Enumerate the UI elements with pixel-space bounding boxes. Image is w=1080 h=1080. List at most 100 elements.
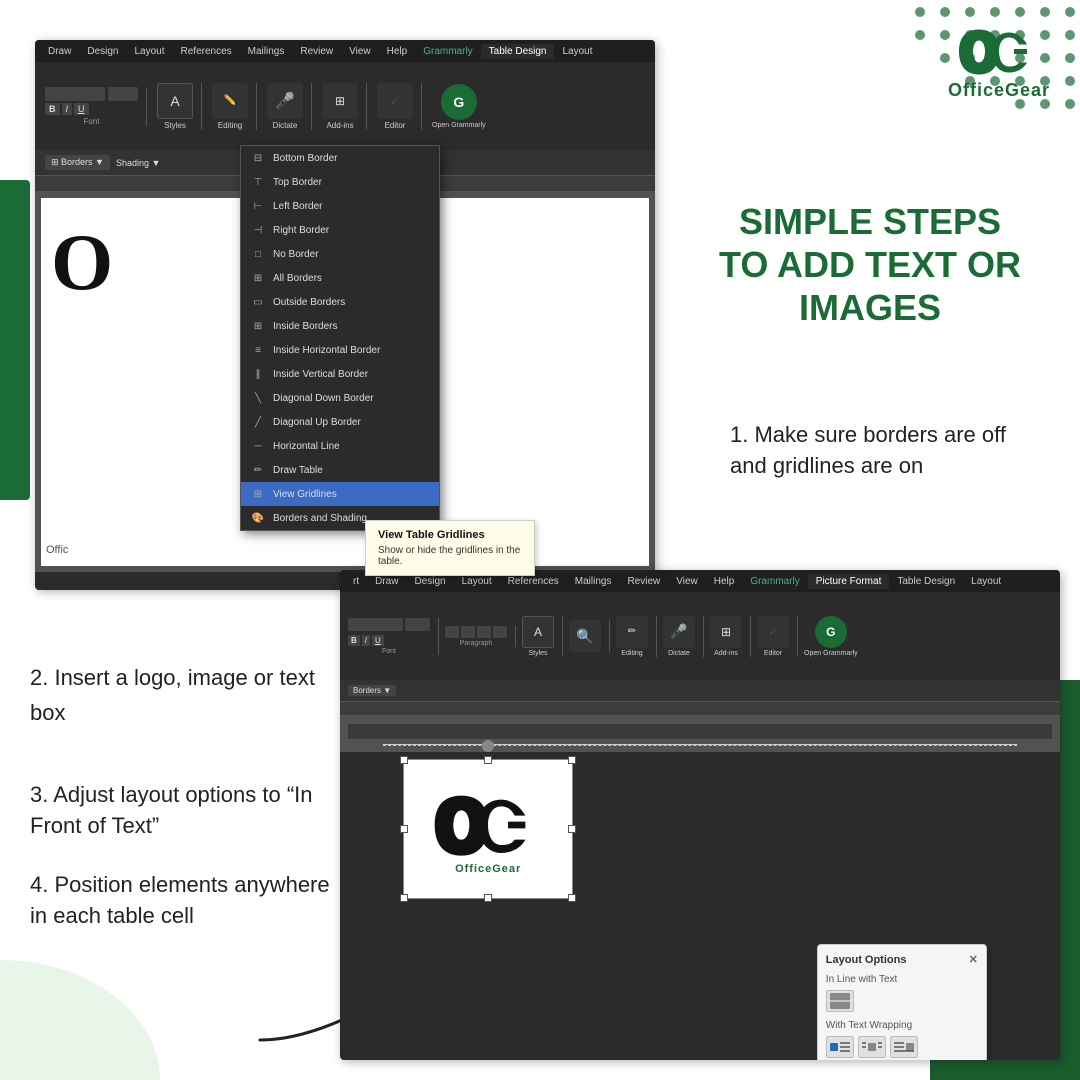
menu-left-border[interactable]: ⊢ Left Border	[241, 194, 439, 218]
bottom-font-name[interactable]	[348, 618, 403, 631]
bottom-font-size[interactable]	[405, 618, 430, 631]
underline-button[interactable]: U	[74, 103, 89, 115]
wrap-option-2[interactable]	[858, 1036, 886, 1058]
bottom-font-controls	[348, 618, 430, 631]
btab-mailings[interactable]: Mailings	[567, 574, 620, 589]
bottom-italic[interactable]: I	[362, 635, 370, 646]
editing-icon[interactable]: ✏️	[212, 83, 248, 119]
btab-layout2[interactable]: Layout	[963, 574, 1009, 589]
font-name-box[interactable]	[45, 87, 105, 101]
bottom-border-icon: ⊟	[251, 151, 265, 165]
handle-bc[interactable]	[484, 894, 492, 902]
step-1-text: 1. Make sure borders are off and gridlin…	[730, 420, 1030, 482]
btab-grammarly[interactable]: Grammarly	[742, 574, 807, 589]
inside-horizontal-icon: ≡	[251, 343, 265, 357]
handle-tc[interactable]	[484, 756, 492, 764]
inside-borders-icon: ⊞	[251, 319, 265, 333]
tab-mailings[interactable]: Mailings	[240, 44, 293, 59]
tab-layout[interactable]: Layout	[126, 44, 172, 59]
handle-tr[interactable]	[568, 756, 576, 764]
wrap-option-3[interactable]	[890, 1036, 918, 1058]
borders-dropdown-menu: ⊟ Bottom Border ⊤ Top Border ⊢ Left Bord…	[240, 145, 440, 531]
dictate-label: Dictate	[273, 121, 298, 130]
borders-shading-icon: 🎨	[251, 511, 265, 525]
layout-options-header: Layout Options ✕	[826, 953, 978, 966]
italic-button[interactable]: I	[62, 103, 73, 115]
menu-bottom-border[interactable]: ⊟ Bottom Border	[241, 146, 439, 170]
rotate-handle[interactable]	[482, 740, 494, 752]
bottom-addins-icon[interactable]: ⊞	[710, 616, 742, 648]
btab-view[interactable]: View	[668, 574, 706, 589]
left-accent-bar	[0, 180, 30, 500]
search-icon[interactable]: 🔍	[569, 620, 601, 652]
bottom-dictate-icon[interactable]: 🎤	[663, 616, 695, 648]
para-btn-2[interactable]	[461, 626, 475, 638]
tab-view[interactable]: View	[341, 44, 379, 59]
bottom-styles-icon[interactable]: A	[522, 616, 554, 648]
bold-button[interactable]: B	[45, 103, 60, 115]
right-border-icon: ⊣	[251, 223, 265, 237]
view-gridlines-icon: ⊞	[251, 487, 265, 501]
step-3-text: 3. Adjust layout options to “In Front of…	[30, 780, 330, 842]
para-btn-1[interactable]	[445, 626, 459, 638]
menu-horizontal-line[interactable]: ─ Horizontal Line	[241, 434, 439, 458]
editor-icon[interactable]: ✓	[377, 83, 413, 119]
menu-inside-vertical[interactable]: ∥ Inside Vertical Border	[241, 362, 439, 386]
bottom-grammarly-icon[interactable]: G	[815, 616, 847, 648]
handle-tl[interactable]	[400, 756, 408, 764]
bottom-bold[interactable]: B	[348, 635, 360, 646]
bottom-font-label: Font	[348, 648, 430, 655]
ribbon-editor-group: ✓ Editor	[377, 83, 422, 130]
logo-area: OfficeGear	[948, 20, 1050, 101]
menu-all-borders[interactable]: ⊞ All Borders	[241, 266, 439, 290]
borders-dropdown-button[interactable]: ⊞ Borders ▼	[45, 155, 110, 170]
tab-design[interactable]: Design	[79, 44, 126, 59]
addins-icon[interactable]: ⊞	[322, 83, 358, 119]
font-size-box[interactable]	[108, 87, 138, 101]
menu-inside-borders[interactable]: ⊞ Inside Borders	[241, 314, 439, 338]
inline-options-row	[826, 990, 978, 1012]
tab-layout2[interactable]: Layout	[554, 44, 600, 59]
bottom-borders-btn[interactable]: Borders ▼	[348, 685, 396, 696]
btab-help[interactable]: Help	[706, 574, 743, 589]
menu-diagonal-up[interactable]: ╱ Diagonal Up Border	[241, 410, 439, 434]
bottom-editor-icon[interactable]: ✓	[757, 616, 789, 648]
menu-diagonal-down[interactable]: ╲ Diagonal Down Border	[241, 386, 439, 410]
doc-logo-image: OfficeGear	[404, 760, 572, 898]
tab-grammarly[interactable]: Grammarly	[415, 44, 480, 59]
tab-help[interactable]: Help	[379, 44, 416, 59]
handle-br[interactable]	[568, 894, 576, 902]
bottom-styles-label: Styles	[528, 650, 547, 657]
screenshot-top: Draw Design Layout References Mailings R…	[35, 40, 655, 590]
bottom-editing-icon[interactable]: ✏	[616, 616, 648, 648]
menu-top-border[interactable]: ⊤ Top Border	[241, 170, 439, 194]
menu-outside-borders[interactable]: ▭ Outside Borders	[241, 290, 439, 314]
btab-table-design[interactable]: Table Design	[889, 574, 963, 589]
btab-rt[interactable]: rt	[345, 574, 367, 589]
handle-bl[interactable]	[400, 894, 408, 902]
menu-no-border[interactable]: □ No Border	[241, 242, 439, 266]
styles-icon[interactable]: A	[157, 83, 193, 119]
tab-draw[interactable]: Draw	[40, 44, 79, 59]
menu-right-border[interactable]: ⊣ Right Border	[241, 218, 439, 242]
layout-options-close[interactable]: ✕	[969, 953, 978, 966]
grammarly-icon[interactable]: G	[441, 84, 477, 120]
bottom-ruler-2	[348, 724, 1052, 740]
menu-draw-table[interactable]: ✏ Draw Table	[241, 458, 439, 482]
tab-references[interactable]: References	[173, 44, 240, 59]
btab-review[interactable]: Review	[619, 574, 668, 589]
menu-inside-horizontal[interactable]: ≡ Inside Horizontal Border	[241, 338, 439, 362]
btab-picture-format[interactable]: Picture Format	[808, 574, 890, 589]
handle-ml[interactable]	[400, 825, 408, 833]
para-btn-3[interactable]	[477, 626, 491, 638]
para-btn-4[interactable]	[493, 626, 507, 638]
tab-table-design[interactable]: Table Design	[481, 44, 555, 59]
handle-mr[interactable]	[568, 825, 576, 833]
tab-review[interactable]: Review	[292, 44, 341, 59]
bottom-underline[interactable]: U	[372, 635, 384, 646]
inline-option-1[interactable]	[826, 990, 854, 1012]
draw-table-icon: ✏	[251, 463, 265, 477]
menu-view-gridlines[interactable]: ⊞ View Gridlines	[241, 482, 439, 506]
dictate-icon[interactable]: 🎤	[267, 83, 303, 119]
wrap-option-1[interactable]	[826, 1036, 854, 1058]
